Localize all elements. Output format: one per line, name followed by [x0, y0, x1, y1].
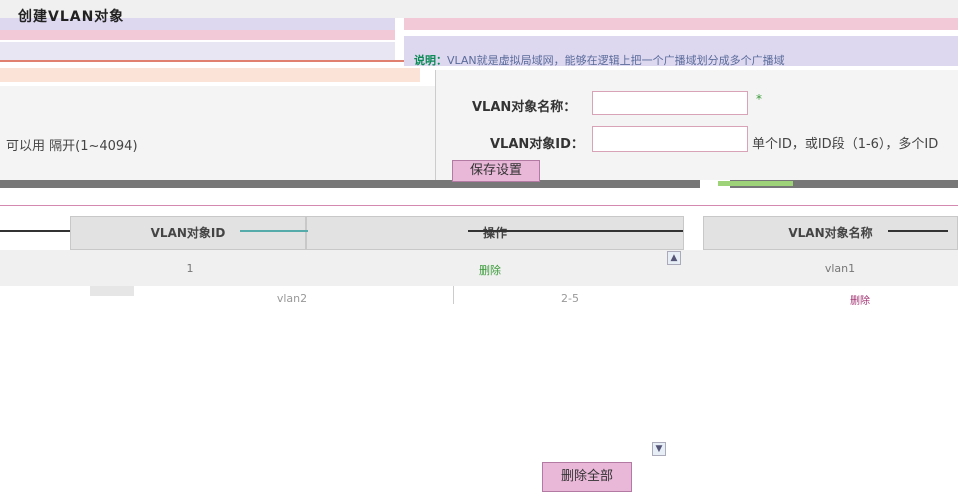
strip-peach: [0, 68, 420, 82]
vlan-id-label: VLAN对象ID：: [490, 137, 584, 152]
note-label: 说明：: [414, 54, 447, 67]
vlan-name-input[interactable]: [592, 91, 748, 115]
row2-divider: [453, 286, 454, 304]
header-line-mid: [468, 230, 683, 232]
scroll-down-icon[interactable]: ▼: [652, 442, 666, 456]
strip-lavender-2: [0, 42, 395, 60]
required-mark: *: [756, 92, 762, 106]
page-title: 创建VLAN对象: [18, 9, 125, 25]
column-header-vlan-name: VLAN对象名称: [703, 216, 958, 250]
row2-id-range: 2-5: [561, 292, 579, 305]
delete-all-button[interactable]: 删除全部: [542, 462, 632, 492]
header-line-left: [0, 230, 70, 232]
row1-vlan-id: 1: [186, 262, 194, 275]
strip-pink-2: [404, 18, 958, 30]
scroll-up-icon[interactable]: ▲: [667, 251, 681, 265]
row1-delete-link[interactable]: 删除: [440, 262, 540, 278]
save-settings-button[interactable]: 保存设置: [452, 160, 540, 182]
vlan-name-label: VLAN对象名称：: [472, 100, 577, 115]
top-bar: [0, 0, 958, 18]
vlan-id-input[interactable]: [592, 126, 748, 152]
header-line-right: [888, 230, 948, 232]
vlan-id-hint: 单个ID，或ID段（1-6），多个ID: [752, 137, 939, 152]
row2-vlan-name-left: vlan2: [276, 292, 308, 305]
strip-pink-1: [0, 30, 395, 40]
row2-artifact: [90, 286, 134, 296]
row2-delete-link[interactable]: 删除: [820, 292, 900, 307]
strip-red-line: [0, 60, 430, 62]
separator-green: [718, 181, 793, 186]
description-note: 说明：VLAN就是虚拟局域网，能够在逻辑上把一个广播域划分成多个广播域: [414, 52, 785, 68]
note-text: VLAN就是虚拟局域网，能够在逻辑上把一个广播域划分成多个广播域: [447, 54, 785, 67]
pink-rule: [0, 205, 958, 206]
left-panel: [0, 86, 435, 180]
column-header-vlan-id: VLAN对象ID: [70, 216, 306, 250]
column-header-action: 操作: [306, 216, 684, 250]
id-range-hint: 可以用 隔开(1~4094): [6, 139, 138, 154]
row1-vlan-name: vlan1: [824, 262, 856, 275]
header-line-teal: [240, 230, 308, 232]
